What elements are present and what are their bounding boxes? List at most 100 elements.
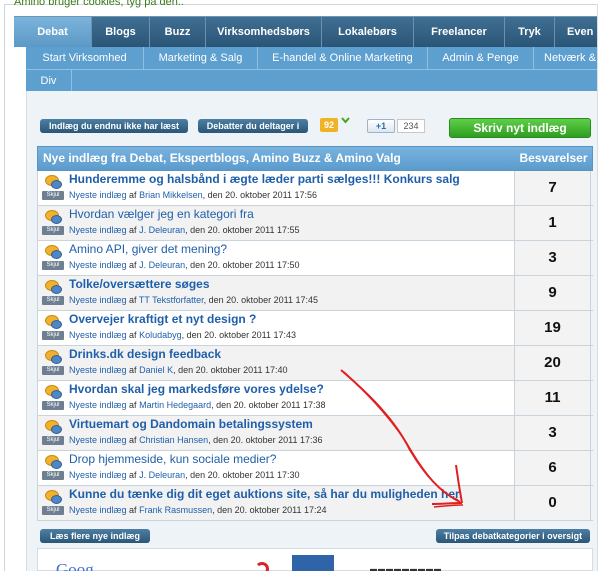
post-meta: Nyeste indlæg af J. Deleuran, den 20. ok… xyxy=(69,470,300,480)
post-cell: Skjul Virtuemart og Dandomain betalingssy… xyxy=(37,416,514,450)
hide-button[interactable]: Skjul xyxy=(42,436,64,445)
post-title-link[interactable]: Amino API, giver det mening? xyxy=(69,242,227,256)
author-link[interactable]: Brian Mikkelsen xyxy=(139,190,203,200)
latest-post-link[interactable]: Nyeste indlæg xyxy=(69,260,127,270)
author-link[interactable]: Koludabyg xyxy=(139,330,182,340)
sub-nav-marketing[interactable]: Marketing & Salg xyxy=(144,47,258,69)
nav-tab-freelancer[interactable]: Freelancer xyxy=(414,17,505,47)
hide-button[interactable]: Skjul xyxy=(42,506,64,515)
hide-button[interactable]: Skjul xyxy=(42,471,64,480)
post-meta: Nyeste indlæg af J. Deleuran, den 20. ok… xyxy=(69,260,300,270)
author-link[interactable]: Frank Rasmussen xyxy=(139,505,212,515)
chat-bubble-icon: Skjul xyxy=(42,210,64,236)
chevron-down-icon[interactable] xyxy=(341,116,350,128)
post-meta: Nyeste indlæg af Daniel K, den 20. oktob… xyxy=(69,365,288,375)
sub-nav: Start Virksomhed Marketing & Salg E-hand… xyxy=(26,47,604,91)
chat-bubble-icon: Skjul xyxy=(42,315,64,341)
post-cell: Skjul Drop hjemmeside, kun sociale medier… xyxy=(37,451,514,485)
nav-tab-lokalebors[interactable]: Lokalebørs xyxy=(322,17,414,47)
blue-ad-block[interactable] xyxy=(292,555,334,571)
post-date: , den 20. oktober 2011 17:30 xyxy=(185,470,300,480)
post-title-link[interactable]: Overvejer kraftigt et nyt design ? xyxy=(69,312,256,326)
hide-button[interactable]: Skjul xyxy=(42,226,64,235)
post-date: , den 20. oktober 2011 17:50 xyxy=(185,260,300,270)
sub-nav-start-virksomhed[interactable]: Start Virksomhed xyxy=(26,47,144,69)
participating-button[interactable]: Debatter du deltager i xyxy=(198,119,308,133)
latest-post-link[interactable]: Nyeste indlæg xyxy=(69,190,127,200)
hide-button[interactable]: Skjul xyxy=(42,331,64,340)
sub-nav-netvaerk[interactable]: Netværk & xyxy=(534,47,604,69)
nav-tab-tryk[interactable]: Tryk xyxy=(505,17,555,47)
latest-post-link[interactable]: Nyeste indlæg xyxy=(69,295,127,305)
gplus-button[interactable]: +1 xyxy=(367,119,395,133)
unread-posts-button[interactable]: Indlæg du endnu ikke har læst xyxy=(40,119,188,133)
reply-count: 9 xyxy=(514,276,591,310)
post-meta: Nyeste indlæg af Koludabyg, den 20. okto… xyxy=(69,330,296,340)
author-link[interactable]: J. Deleuran xyxy=(139,470,185,480)
hide-button[interactable]: Skjul xyxy=(42,296,64,305)
chat-bubble-icon: Skjul xyxy=(42,175,64,201)
post-title-link[interactable]: Hvordan skal jeg markedsføre vores ydels… xyxy=(69,382,324,396)
chat-bubble-icon: Skjul xyxy=(42,245,64,271)
post-cell: Skjul Kunne du tænke dig dit eget auktion… xyxy=(37,486,514,520)
post-cell: Skjul Hvordan vælger jeg en kategori fra N… xyxy=(37,206,514,240)
post-title-link[interactable]: Drop hjemmeside, kun sociale medier? xyxy=(69,452,276,466)
latest-post-link[interactable]: Nyeste indlæg xyxy=(69,435,127,445)
hide-button[interactable]: Skjul xyxy=(42,191,64,200)
google-logo[interactable]: Goog xyxy=(56,560,94,571)
meta-by: af xyxy=(129,505,137,515)
post-title-link[interactable]: Hunderemme og halsbånd i ægte læder part… xyxy=(69,172,460,186)
sub-nav-admin[interactable]: Admin & Penge xyxy=(428,47,534,69)
latest-post-link[interactable]: Nyeste indlæg xyxy=(69,225,127,235)
post-title-link[interactable]: Drinks.dk design feedback xyxy=(69,347,221,361)
post-title-link[interactable]: Kunne du tænke dig dit eget auktions sit… xyxy=(69,487,462,501)
nav-tab-virksomhedsbors[interactable]: Virksomhedsbørs xyxy=(206,17,322,47)
chat-bubble-icon: Skjul xyxy=(42,385,64,411)
author-link[interactable]: J. Deleuran xyxy=(139,225,185,235)
latest-post-link[interactable]: Nyeste indlæg xyxy=(69,470,127,480)
table-row: Skjul Amino API, giver det mening? Nyeste … xyxy=(37,241,593,276)
red-logo-icon xyxy=(255,562,269,571)
ad-text-fragment: ▬▬▬▬▬▬▬▬▬ xyxy=(370,566,442,571)
meta-by: af xyxy=(129,330,137,340)
gplus-count: 234 xyxy=(397,119,425,133)
author-link[interactable]: Martin Hedegaard xyxy=(139,400,211,410)
post-date: , den 20. oktober 2011 17:56 xyxy=(202,190,318,200)
new-post-button[interactable]: Skriv nyt indlæg xyxy=(449,118,591,138)
sub-nav-row: Start Virksomhed Marketing & Salg E-hand… xyxy=(26,47,604,69)
author-link[interactable]: TT Tekstforfatter xyxy=(139,295,204,305)
hide-button[interactable]: Skjul xyxy=(42,366,64,375)
latest-post-link[interactable]: Nyeste indlæg xyxy=(69,330,127,340)
latest-post-link[interactable]: Nyeste indlæg xyxy=(69,505,127,515)
sub-nav-spacer xyxy=(72,69,604,91)
cookie-notice[interactable]: Amino bruger cookies, tyg på den.. xyxy=(14,0,184,8)
post-title-link[interactable]: Tolke/oversættere søges xyxy=(69,277,210,291)
post-meta: Nyeste indlæg af Christian Hansen, den 2… xyxy=(69,435,323,445)
sub-nav-div[interactable]: Div xyxy=(26,69,72,91)
table-row: Skjul Hvordan vælger jeg en kategori fra N… xyxy=(37,206,593,241)
post-title-link[interactable]: Virtuemart og Dandomain betalingssystem xyxy=(69,417,313,431)
reply-count: 3 xyxy=(514,416,591,450)
author-link[interactable]: Daniel K xyxy=(139,365,173,375)
nav-tab-blogs[interactable]: Blogs xyxy=(92,17,150,47)
latest-post-link[interactable]: Nyeste indlæg xyxy=(69,400,127,410)
meta-by: af xyxy=(129,470,137,480)
author-link[interactable]: J. Deleuran xyxy=(139,260,185,270)
hide-button[interactable]: Skjul xyxy=(42,261,64,270)
author-link[interactable]: Christian Hansen xyxy=(139,435,208,445)
chat-bubble-icon: Skjul xyxy=(42,280,64,306)
nav-tab-buzz[interactable]: Buzz xyxy=(150,17,206,47)
post-date: , den 20. oktober 2011 17:45 xyxy=(203,295,319,305)
sub-nav-ehandel[interactable]: E-handel & Online Marketing xyxy=(258,47,428,69)
meta-by: af xyxy=(129,400,137,410)
hide-button[interactable]: Skjul xyxy=(42,401,64,410)
nav-tab-debat[interactable]: Debat xyxy=(14,17,92,47)
counter-badge[interactable]: 92 xyxy=(320,118,338,132)
reply-count: 7 xyxy=(514,171,591,205)
reply-count: 0 xyxy=(514,486,591,520)
post-title-link[interactable]: Hvordan vælger jeg en kategori fra xyxy=(69,207,254,221)
latest-post-link[interactable]: Nyeste indlæg xyxy=(69,365,127,375)
adjust-categories-button[interactable]: Tilpas debatkategorier i oversigt xyxy=(436,529,590,543)
read-more-button[interactable]: Læs flere nye indlæg xyxy=(40,529,150,543)
chat-bubble-icon: Skjul xyxy=(42,420,64,446)
